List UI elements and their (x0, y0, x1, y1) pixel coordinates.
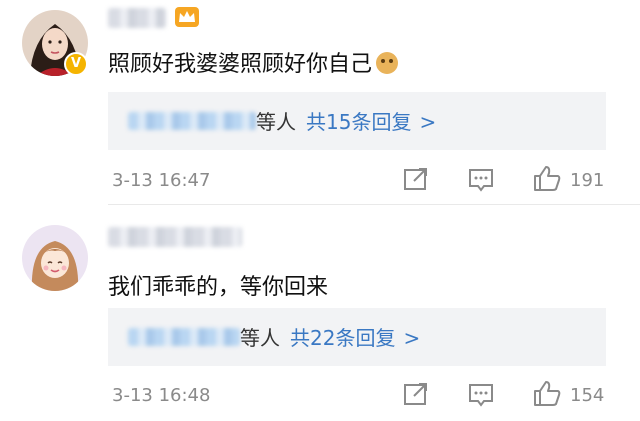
share-icon[interactable] (402, 381, 430, 407)
replies-by-label: 等人 (240, 326, 280, 350)
reply-summary-text: 等人 共22条回复 > (240, 322, 420, 351)
view-replies-link[interactable]: 共22条回复 (290, 326, 395, 350)
like-count: 191 (570, 170, 605, 191)
comment-item-1: V 照顾好我婆婆照顾好你自己 等人 共15条回复 > 3-13 16:47 191 (0, 0, 640, 205)
like-count: 154 (570, 385, 605, 406)
view-replies-link[interactable]: 共15条回复 (306, 110, 411, 134)
replier-names-blurred (128, 328, 240, 346)
username-blurred[interactable] (108, 8, 166, 28)
comment-item-2: 我们乖乖的，等你回来 等人 共22条回复 > 3-13 16:48 154 (0, 205, 640, 421)
doge-emoji-icon (376, 52, 399, 74)
comment-text: 我们乖乖的，等你回来 (108, 275, 329, 300)
replier-names-blurred (128, 112, 256, 130)
thumbs-up-icon[interactable] (532, 379, 562, 407)
replies-by-label: 等人 (256, 110, 296, 134)
thumbs-up-icon[interactable] (532, 164, 562, 192)
reply-summary-text: 等人 共15条回复 > (256, 106, 436, 135)
chevron-right-icon: > (419, 110, 437, 134)
comment-icon[interactable] (467, 167, 495, 193)
username-blurred[interactable] (108, 227, 242, 247)
timestamp: 3-13 16:47 (112, 170, 211, 191)
crown-icon (175, 7, 199, 27)
user-avatar[interactable] (22, 225, 88, 291)
comment-icon[interactable] (467, 382, 495, 408)
reply-summary[interactable]: 等人 共15条回复 > (108, 92, 606, 150)
timestamp: 3-13 16:48 (112, 385, 211, 406)
comment-text: 照顾好我婆婆照顾好你自己 (108, 46, 399, 78)
share-icon[interactable] (402, 166, 430, 192)
chevron-right-icon: > (403, 326, 421, 350)
reply-summary[interactable]: 等人 共22条回复 > (108, 308, 606, 366)
verified-badge-icon: V (64, 52, 88, 76)
